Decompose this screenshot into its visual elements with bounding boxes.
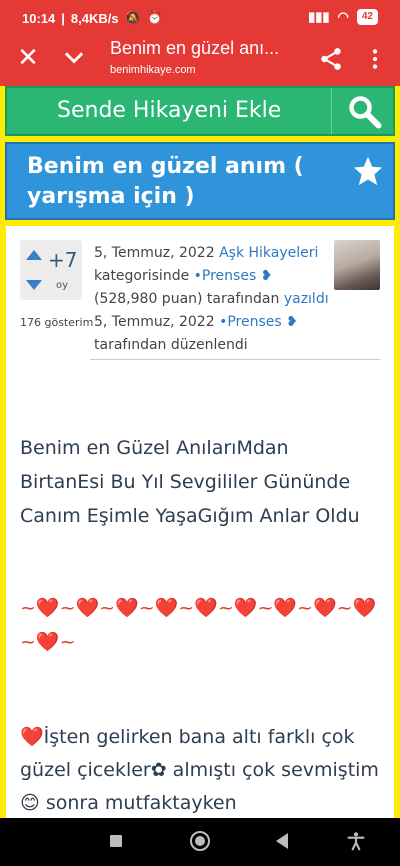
signal-icon: ▮▮▮	[308, 9, 330, 24]
edited-text: tarafından düzenlendi	[94, 337, 248, 353]
network-speed: 8,4KB/s	[70, 10, 119, 26]
avatar[interactable]	[334, 240, 380, 290]
search-icon[interactable]	[347, 94, 383, 130]
view-count: 176 gösterim	[20, 316, 94, 329]
more-menu-icon[interactable]	[362, 46, 388, 72]
vote-unit: oy	[56, 280, 69, 291]
recents-icon[interactable]	[110, 835, 122, 847]
add-story-bar[interactable]: Sende Hikayeni Ekle	[5, 86, 395, 136]
accessibility-icon[interactable]	[346, 830, 366, 852]
battery-indicator: 42	[356, 9, 378, 25]
clock: 10:14	[22, 10, 56, 26]
divider	[90, 359, 380, 360]
story-content: +7 oy 176 gösterim 5, Temmuz, 2022 Aşk H…	[6, 226, 394, 822]
vote-box: +7 oy	[20, 240, 82, 300]
post-meta: 5, Temmuz, 2022 Aşk Hikayeleri kategoris…	[94, 242, 334, 357]
story-body: Benim en Güzel AnılarıMdan BirtanEsi Bu …	[20, 431, 382, 533]
written-link[interactable]: yazıldı	[284, 291, 329, 307]
author-link[interactable]: •Prenses ❥	[194, 268, 273, 284]
chevron-down-icon[interactable]	[60, 44, 88, 72]
story-title: Benim en güzel anım ( yarışma için )	[27, 154, 304, 209]
story-line: BirtanEsi Bu Yıl Sevgililer Gününde	[20, 471, 351, 493]
favorite-star-icon[interactable]	[351, 154, 385, 188]
share-icon[interactable]	[318, 46, 344, 72]
category-suffix: kategorisinde	[94, 268, 190, 284]
category-link[interactable]: Aşk Hikayeleri	[219, 245, 318, 261]
wifi-icon: ◠	[337, 9, 349, 24]
upvote-icon[interactable]	[26, 250, 42, 260]
edit-date: 5, Temmuz, 2022	[94, 314, 215, 330]
add-story-button[interactable]: Sende Hikayeni Ekle	[57, 98, 281, 123]
editor-link[interactable]: •Prenses ❥	[219, 314, 298, 330]
heart-divider: ~❤️~❤️~❤️~❤️~❤️~❤️~❤️~❤️~❤️~❤️~	[20, 597, 377, 653]
alarm-icon: ⏰	[146, 10, 163, 25]
story-title-box: Benim en güzel anım ( yarışma için )	[5, 142, 395, 220]
close-icon[interactable]: ✕	[14, 44, 42, 72]
author-points: (528,980 puan) tarafından	[94, 291, 280, 307]
downvote-icon[interactable]	[26, 280, 42, 290]
page-url: benimhikaye.com	[110, 64, 196, 76]
status-bar: 10:14 | 8,4KB/s 🔕 ⏰ ▮▮▮ ◠ 42	[0, 0, 400, 34]
app-bar: ✕ Benim en güzel anı... benimhikaye.com	[0, 34, 400, 86]
divider	[331, 88, 332, 134]
page-title: Benim en güzel anı...	[110, 38, 280, 58]
system-nav-bar	[0, 818, 400, 866]
story-line: Canım Eşimle YaşaGığım Anlar Oldu	[20, 505, 360, 527]
back-icon[interactable]	[276, 833, 288, 849]
home-icon[interactable]	[190, 831, 210, 851]
story-line: Benim en Güzel AnılarıMdan	[20, 437, 289, 459]
mute-icon: 🔕	[124, 10, 141, 25]
vote-count: +7	[48, 248, 78, 272]
post-date: 5, Temmuz, 2022	[94, 245, 215, 261]
story-paragraph: ❤️İşten gelirken bana altı farklı çok gü…	[20, 726, 379, 814]
